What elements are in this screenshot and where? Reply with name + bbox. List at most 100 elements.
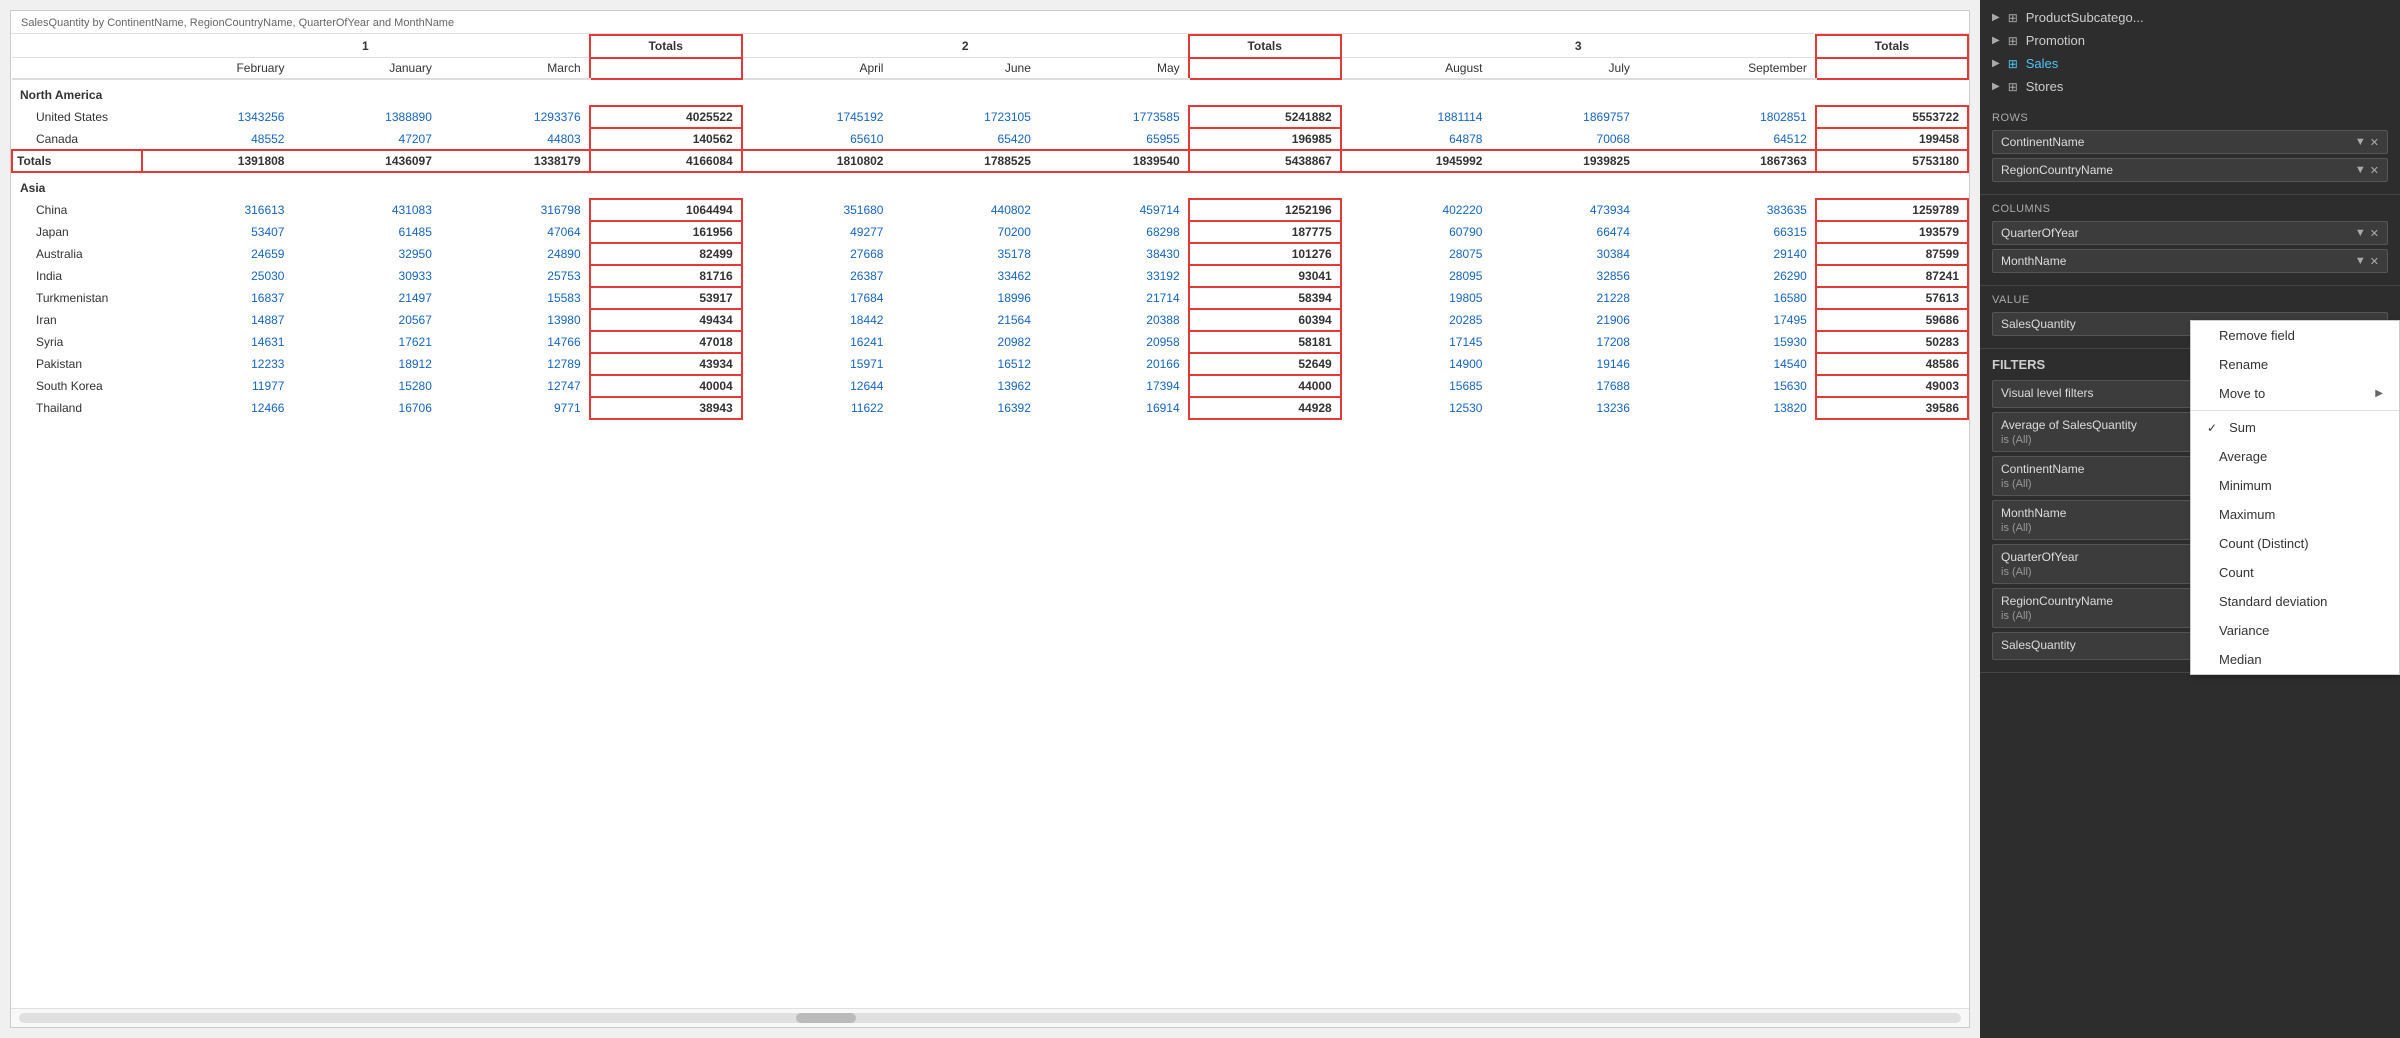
totals-row: Totals1391808143609713381794166084181080… <box>12 150 1968 172</box>
data-cell: 17684 <box>742 287 892 309</box>
context-menu-median[interactable]: Median <box>2191 645 2399 674</box>
country-name: Syria <box>12 331 142 353</box>
remove-icon[interactable]: ✕ <box>2370 227 2379 240</box>
field-regioncountryname[interactable]: RegionCountryName ▼ ✕ <box>1992 158 2388 182</box>
context-menu-separator <box>2191 410 2399 411</box>
data-cell: 196985 <box>1189 128 1341 150</box>
data-cell: 65955 <box>1039 128 1189 150</box>
data-cell: 316613 <box>142 199 292 221</box>
totals-cell: 1810802 <box>742 150 892 172</box>
q1-totals-header: Totals <box>590 35 742 58</box>
list-item-promotion[interactable]: ▶ ⊞ Promotion <box>1992 29 2388 52</box>
context-menu-maximum[interactable]: Maximum <box>2191 500 2399 529</box>
totals-cell: 1945992 <box>1341 150 1491 172</box>
data-cell: 21564 <box>891 309 1038 331</box>
data-cell: 70068 <box>1490 128 1637 150</box>
dropdown-icon[interactable]: ▼ <box>2355 255 2366 268</box>
data-cell: 21497 <box>292 287 439 309</box>
data-cell: 12747 <box>440 375 590 397</box>
data-cell: 1881114 <box>1341 106 1491 128</box>
data-cell: 12644 <box>742 375 892 397</box>
data-cell: 21906 <box>1490 309 1637 331</box>
data-cell: 25753 <box>440 265 590 287</box>
field-quarterofyear[interactable]: QuarterOfYear ▼ ✕ <box>1992 221 2388 245</box>
data-cell: 82499 <box>590 243 742 265</box>
totals-cell: 4166084 <box>590 150 742 172</box>
data-cell: 14766 <box>440 331 590 353</box>
table-icon: ⊞ <box>2008 80 2018 94</box>
scrollbar-thumb[interactable] <box>796 1013 856 1023</box>
field-monthname[interactable]: MonthName ▼ ✕ <box>1992 249 2388 273</box>
country-name: Turkmenistan <box>12 287 142 309</box>
data-cell: 161956 <box>590 221 742 243</box>
context-menu-move-to[interactable]: Move to <box>2191 379 2399 408</box>
expand-icon: ▶ <box>1992 81 2000 92</box>
horizontal-scrollbar-container[interactable] <box>11 1008 1969 1027</box>
month-feb: February <box>142 58 292 80</box>
data-cell: 1064494 <box>590 199 742 221</box>
context-menu-minimum[interactable]: Minimum <box>2191 471 2399 500</box>
context-menu-sum[interactable]: Sum <box>2191 413 2399 442</box>
context-menu-variance[interactable]: Variance <box>2191 616 2399 645</box>
list-item-productsubcategory[interactable]: ▶ ⊞ ProductSubcatego... <box>1992 6 2388 29</box>
month-aug: August <box>1341 58 1491 80</box>
list-item-stores[interactable]: ▶ ⊞ Stores <box>1992 75 2388 98</box>
country-name: Iran <box>12 309 142 331</box>
data-cell: 39586 <box>1816 397 1968 419</box>
data-cell: 431083 <box>292 199 439 221</box>
context-menu: Remove field Rename Move to Sum Average … <box>2190 320 2400 675</box>
context-menu-count[interactable]: Count <box>2191 558 2399 587</box>
context-menu-stdev[interactable]: Standard deviation <box>2191 587 2399 616</box>
data-cell: 26290 <box>1638 265 1816 287</box>
month-mar: March <box>440 58 590 80</box>
country-name: United States <box>12 106 142 128</box>
data-cell: 70200 <box>891 221 1038 243</box>
item-label: Sales <box>2026 56 2059 71</box>
field-continentname[interactable]: ContinentName ▼ ✕ <box>1992 130 2388 154</box>
matrix-container[interactable]: 1 Totals 2 Totals 3 Totals February Janu… <box>11 34 1969 1008</box>
data-cell: 187775 <box>1189 221 1341 243</box>
data-cell: 20958 <box>1039 331 1189 353</box>
data-cell: 26387 <box>742 265 892 287</box>
data-cell: 18442 <box>742 309 892 331</box>
list-item-sales[interactable]: ▶ ⊞ Sales <box>1992 52 2388 75</box>
data-cell: 16837 <box>142 287 292 309</box>
dropdown-icon[interactable]: ▼ <box>2355 227 2366 240</box>
context-menu-count-distinct[interactable]: Count (Distinct) <box>2191 529 2399 558</box>
context-menu-rename[interactable]: Rename <box>2191 350 2399 379</box>
data-cell: 61485 <box>292 221 439 243</box>
quarter-row: 1 Totals 2 Totals 3 Totals <box>12 35 1968 58</box>
remove-icon[interactable]: ✕ <box>2370 164 2379 177</box>
data-cell: 1293376 <box>440 106 590 128</box>
data-cell: 29140 <box>1638 243 1816 265</box>
data-cell: 49434 <box>590 309 742 331</box>
data-cell: 44000 <box>1189 375 1341 397</box>
horizontal-scrollbar[interactable] <box>19 1013 1961 1023</box>
group-name: North America <box>12 79 1968 106</box>
country-name: India <box>12 265 142 287</box>
data-cell: 1802851 <box>1638 106 1816 128</box>
data-cell: 16512 <box>891 353 1038 375</box>
data-cell: 52649 <box>1189 353 1341 375</box>
dropdown-icon[interactable]: ▼ <box>2355 164 2366 177</box>
dropdown-icon[interactable]: ▼ <box>2355 136 2366 149</box>
data-cell: 16706 <box>292 397 439 419</box>
remove-icon[interactable]: ✕ <box>2370 136 2379 149</box>
context-menu-remove-field[interactable]: Remove field <box>2191 321 2399 350</box>
item-label: ProductSubcatego... <box>2026 10 2144 25</box>
q2-totals-header: Totals <box>1189 35 1341 58</box>
totals-cell: 1436097 <box>292 150 439 172</box>
table-row: Pakistan12233189121278943934159711651220… <box>12 353 1968 375</box>
context-menu-average[interactable]: Average <box>2191 442 2399 471</box>
data-cell: 59686 <box>1816 309 1968 331</box>
data-cell: 1388890 <box>292 106 439 128</box>
remove-icon[interactable]: ✕ <box>2370 255 2379 268</box>
table-row: Syria14631176211476647018162412098220958… <box>12 331 1968 353</box>
data-cell: 12530 <box>1341 397 1491 419</box>
q3-totals-month <box>1816 58 1968 80</box>
data-cell: 4025522 <box>590 106 742 128</box>
data-cell: 40004 <box>590 375 742 397</box>
rows-section: Rows ContinentName ▼ ✕ RegionCountryName… <box>1980 104 2400 195</box>
data-cell: 13962 <box>891 375 1038 397</box>
columns-label: Columns <box>1992 203 2388 215</box>
